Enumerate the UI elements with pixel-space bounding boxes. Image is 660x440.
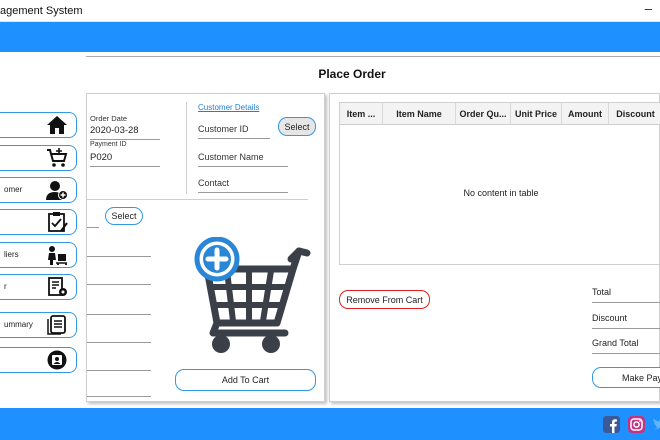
column-item-name[interactable]: Item Name bbox=[383, 109, 455, 119]
customer-name-field[interactable] bbox=[198, 166, 288, 167]
sidebar-item-suppliers[interactable]: liers bbox=[0, 242, 77, 268]
header-divider bbox=[86, 56, 660, 57]
sidebar-item-contacts[interactable] bbox=[0, 347, 77, 373]
column-discount[interactable]: Discount bbox=[609, 109, 660, 119]
contact-card-icon bbox=[47, 350, 67, 370]
empty-table-message: No content in table bbox=[463, 188, 539, 198]
cart-panel: Item ... Item Name Order Qu... Unit Pric… bbox=[329, 93, 660, 402]
grand-total-label: Grand Total bbox=[592, 338, 639, 348]
customer-select-button[interactable]: Select bbox=[278, 117, 316, 136]
column-order-qty[interactable]: Order Qu... bbox=[456, 109, 510, 119]
sidebar-item-summary[interactable]: ummary bbox=[0, 312, 77, 338]
grand-total-field bbox=[592, 353, 660, 354]
column-item-code[interactable]: Item ... bbox=[340, 109, 382, 119]
customer-id-label: Customer ID bbox=[198, 124, 249, 134]
item-price-field[interactable] bbox=[87, 284, 151, 285]
item-stock-field[interactable] bbox=[87, 342, 151, 343]
window-title: agement System bbox=[0, 5, 83, 17]
add-to-cart-illustration bbox=[194, 237, 311, 353]
clipboard-check-icon bbox=[48, 212, 68, 232]
sidebar-item-label: r bbox=[4, 282, 7, 291]
facebook-icon[interactable] bbox=[603, 416, 620, 433]
order-date-value: 2020-03-28 bbox=[90, 125, 139, 136]
minimize-button[interactable]: – bbox=[645, 1, 652, 16]
footer-bar bbox=[0, 408, 660, 440]
report-gear-icon bbox=[48, 277, 67, 296]
sidebar-item-customer[interactable]: omer bbox=[0, 177, 77, 203]
order-date-label: Order Date bbox=[90, 114, 128, 123]
sidebar-item-label: omer bbox=[4, 185, 23, 194]
column-amount[interactable]: Amount bbox=[562, 109, 608, 119]
contact-label: Contact bbox=[198, 178, 230, 188]
customer-name-label: Customer Name bbox=[198, 152, 264, 162]
remove-from-cart-button[interactable]: Remove From Cart bbox=[339, 290, 430, 309]
item-qty-field[interactable] bbox=[87, 314, 151, 315]
item-select-button[interactable]: Select bbox=[105, 207, 143, 225]
payment-id-value: P020 bbox=[90, 152, 113, 163]
supplier-icon bbox=[48, 246, 67, 265]
sidebar: omer liers r ummary bbox=[0, 52, 86, 408]
twitter-icon[interactable] bbox=[651, 416, 660, 433]
total-field bbox=[592, 302, 660, 303]
payment-id-label: Payment ID bbox=[90, 141, 127, 148]
summary-icon bbox=[47, 315, 66, 335]
sidebar-item-cart[interactable] bbox=[0, 145, 77, 171]
make-payment-button[interactable]: Make Pay bbox=[592, 367, 660, 388]
page-title: Place Order bbox=[318, 67, 386, 81]
item-discount-field[interactable] bbox=[87, 370, 151, 371]
home-icon bbox=[47, 116, 67, 134]
title-bar: agement System – bbox=[0, 0, 660, 22]
order-form-panel: Order Date 2020-03-28 Payment ID P020 Cu… bbox=[86, 93, 325, 402]
item-code-field[interactable] bbox=[87, 227, 99, 228]
discount-field bbox=[592, 328, 660, 329]
column-unit-price[interactable]: Unit Price bbox=[511, 109, 561, 119]
contact-field[interactable] bbox=[198, 192, 288, 193]
header-bar bbox=[0, 22, 660, 52]
cart-table-header: Item ... Item Name Order Qu... Unit Pric… bbox=[340, 103, 660, 125]
sidebar-item-label: liers bbox=[4, 250, 19, 259]
add-user-icon bbox=[46, 181, 68, 200]
customer-id-field[interactable] bbox=[198, 138, 270, 139]
sidebar-item-reports[interactable]: r bbox=[0, 274, 77, 300]
instagram-icon[interactable] bbox=[628, 416, 645, 433]
sidebar-item-home[interactable] bbox=[0, 112, 77, 138]
sidebar-item-orders[interactable] bbox=[0, 209, 77, 235]
add-to-cart-button[interactable]: Add To Cart bbox=[175, 369, 316, 391]
total-label: Total bbox=[592, 287, 612, 297]
discount-label: Discount bbox=[592, 313, 628, 323]
cart-table[interactable]: Item ... Item Name Order Qu... Unit Pric… bbox=[339, 102, 660, 265]
customer-details-link[interactable]: Customer Details bbox=[198, 103, 259, 112]
cart-icon bbox=[47, 148, 68, 167]
sidebar-item-label: ummary bbox=[4, 320, 33, 329]
item-name-field[interactable] bbox=[87, 256, 151, 257]
